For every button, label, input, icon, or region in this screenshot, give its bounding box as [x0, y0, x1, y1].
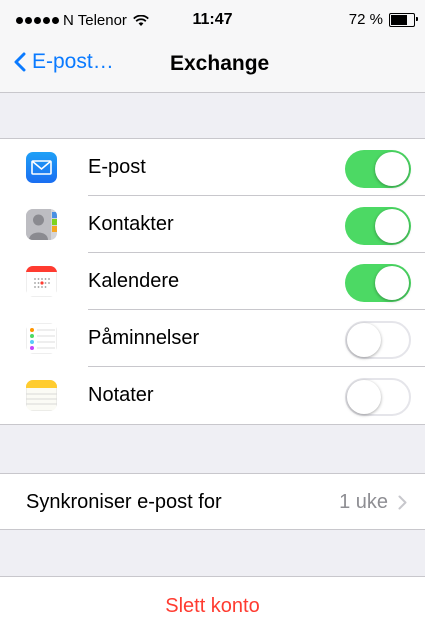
notes-toggle[interactable] — [345, 378, 411, 416]
services-list: E-post Kontakter Kalendere Påminnelser N… — [0, 138, 425, 425]
toggle-knob — [375, 152, 409, 186]
sync-value: 1 uke — [339, 491, 407, 514]
page-title: Exchange — [170, 52, 270, 75]
top-bar: N Telenor 11:47 72 % E-post… Exchange — [0, 0, 425, 93]
notes-icon — [26, 380, 57, 411]
toggle-knob — [347, 380, 381, 414]
service-row-calendar: Kalendere — [0, 253, 425, 310]
mail-icon — [26, 152, 57, 183]
service-row-contacts: Kontakter — [0, 196, 425, 253]
delete-account-row: Slett konto — [0, 576, 425, 633]
reminders-toggle[interactable] — [345, 321, 411, 359]
contacts-toggle[interactable] — [345, 207, 411, 245]
service-row-notes: Notater — [0, 367, 425, 424]
battery-percent: 72 % — [348, 11, 383, 28]
service-label: E-post — [88, 156, 146, 178]
toggle-knob — [375, 209, 409, 243]
sync-label: Synkroniser e-post for — [26, 491, 222, 513]
service-row-mail: E-post — [0, 139, 425, 196]
battery-status: 72 % — [348, 11, 418, 28]
chevron-right-icon — [398, 495, 407, 510]
back-button[interactable]: E-post… — [14, 50, 114, 74]
toggle-knob — [375, 266, 409, 300]
reminders-icon — [26, 323, 57, 354]
service-label: Påminnelser — [88, 327, 200, 349]
service-label: Notater — [88, 384, 154, 406]
sync-value-text: 1 uke — [339, 491, 388, 513]
battery-fill — [391, 14, 407, 25]
calendar-icon — [26, 266, 57, 297]
back-label: E-post… — [32, 50, 114, 73]
mail-toggle[interactable] — [345, 150, 411, 188]
sync-mail-row[interactable]: Synkroniser e-post for 1 uke — [0, 473, 425, 530]
service-label: Kalendere — [88, 270, 180, 292]
contacts-icon — [26, 209, 57, 240]
service-label: Kontakter — [88, 213, 174, 235]
battery-icon — [389, 12, 418, 27]
toggle-knob — [347, 323, 381, 357]
delete-account-button[interactable]: Slett konto — [0, 595, 425, 618]
navigation-bar: E-post… Exchange — [0, 40, 425, 86]
service-row-reminders: Påminnelser — [0, 310, 425, 367]
chevron-left-icon — [14, 52, 26, 72]
status-bar: N Telenor 11:47 72 % — [0, 0, 425, 40]
calendar-toggle[interactable] — [345, 264, 411, 302]
